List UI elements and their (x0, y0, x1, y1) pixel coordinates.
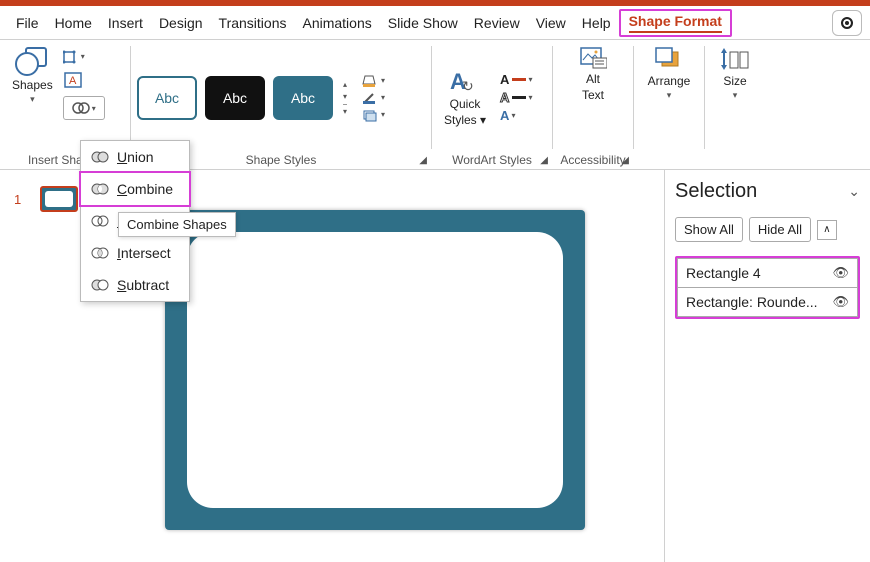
selection-item-label: Rectangle 4 (686, 265, 761, 281)
alt-text-button[interactable]: Alt Text (573, 44, 613, 104)
group-accessibility: Alt Text Accessibility ◢ (553, 40, 633, 169)
hide-all-button[interactable]: Hide All (749, 217, 811, 242)
slide-rounded-rect[interactable] (187, 232, 563, 508)
group-label-accessibility: Accessibility (559, 151, 627, 167)
thumbnail-pane[interactable] (0, 170, 86, 562)
menu-shape-format[interactable]: Shape Format (619, 9, 732, 37)
combine-icon (91, 182, 109, 196)
gallery-more-icon[interactable]: ▾ (343, 104, 347, 116)
selection-item-label: Rectangle: Rounde... (686, 294, 818, 310)
record-button[interactable] (832, 10, 862, 36)
intersect-icon (91, 246, 109, 260)
style-preset-1[interactable]: Abc (137, 76, 197, 120)
size-button[interactable]: Size ▾ (714, 44, 756, 103)
chevron-down-icon: ▾ (667, 90, 672, 101)
menu-bar: File Home Insert Design Transitions Anim… (0, 6, 870, 40)
chevron-down-icon: ▾ (30, 94, 35, 105)
menu-review[interactable]: Review (466, 11, 528, 35)
group-wordart-styles: A↻ Quick Styles ▾ A▾ A▾ A▾ WordArt Style… (432, 40, 552, 169)
merge-icon (72, 100, 90, 116)
menu-label: Combine (117, 181, 173, 197)
scroll-up-button[interactable]: ∧ (817, 220, 837, 240)
quick-styles-label-line2: Styles ▾ (444, 113, 486, 127)
size-icon (720, 46, 750, 72)
menu-label: Intersect (117, 245, 171, 261)
alt-text-line1: Alt (586, 72, 600, 86)
text-fill-button[interactable]: A▾ (500, 72, 532, 87)
visibility-toggle-icon[interactable]: 👁 (832, 294, 849, 310)
menu-item-intersect[interactable]: Intersect (81, 237, 189, 269)
size-label: Size (723, 74, 746, 88)
shapes-label: Shapes (12, 78, 53, 92)
arrange-icon (654, 46, 684, 72)
gallery-up-icon[interactable]: ▴ (343, 80, 347, 89)
selection-item[interactable]: Rectangle: Rounde... 👁 (677, 288, 858, 317)
alt-text-icon (579, 46, 607, 70)
shapes-icon (15, 46, 49, 76)
menu-help[interactable]: Help (574, 11, 619, 35)
menu-transitions[interactable]: Transitions (211, 11, 295, 35)
selection-items-list: Rectangle 4 👁 Rectangle: Rounde... 👁 (675, 256, 860, 319)
group-arrange: Arrange ▾ (634, 40, 704, 169)
group-label-wordart: WordArt Styles (438, 151, 546, 167)
chevron-down-icon: ▾ (733, 90, 738, 101)
menu-label: Subtract (117, 277, 169, 293)
style-preset-3[interactable]: Abc (273, 76, 333, 120)
dialog-launcher-icon[interactable]: ◢ (540, 155, 548, 166)
selection-item[interactable]: Rectangle 4 👁 (677, 258, 858, 288)
record-icon (841, 17, 853, 29)
menu-item-union[interactable]: Union (81, 141, 189, 173)
quick-styles-icon: A↻ (450, 69, 480, 95)
menu-animations[interactable]: Animations (294, 11, 379, 35)
text-effects-button[interactable]: A▾ (500, 108, 532, 123)
shape-fill-button[interactable]: ▾ (361, 74, 385, 88)
collapse-pane-icon[interactable]: ⌄ (848, 183, 860, 200)
show-all-button[interactable]: Show All (675, 217, 743, 242)
arrange-button[interactable]: Arrange ▾ (642, 44, 697, 103)
union-icon (91, 150, 109, 164)
text-outline-button[interactable]: A▾ (500, 90, 532, 105)
menu-slideshow[interactable]: Slide Show (380, 11, 466, 35)
menu-home[interactable]: Home (47, 11, 100, 35)
arrange-label: Arrange (648, 74, 691, 88)
quick-styles-label-line1: Quick (450, 97, 481, 111)
shapes-gallery-button[interactable]: Shapes ▾ (6, 44, 59, 107)
visibility-toggle-icon[interactable]: 👁 (832, 265, 849, 281)
dialog-launcher-icon[interactable]: ◢ (621, 155, 629, 166)
edit-points-button[interactable]: ▾ (63, 46, 85, 66)
svg-text:A: A (69, 75, 77, 87)
group-size: Size ▾ (705, 40, 765, 169)
fragment-icon (91, 214, 109, 228)
menu-item-combine[interactable]: Combine (81, 173, 189, 205)
alt-text-line2: Text (582, 88, 604, 102)
selection-pane-title: Selection (675, 180, 757, 203)
tooltip-combine-shapes: Combine Shapes (118, 212, 236, 237)
menu-design[interactable]: Design (151, 11, 211, 35)
shape-effects-button[interactable]: ▾ (361, 108, 385, 122)
menu-label: Union (117, 149, 154, 165)
gallery-down-icon[interactable]: ▾ (343, 92, 347, 101)
menu-item-subtract[interactable]: Subtract (81, 269, 189, 301)
chevron-down-icon: ▾ (92, 104, 96, 113)
selection-pane: Selection ⌄ Show All Hide All ∧ Rectangl… (664, 170, 870, 562)
menu-file[interactable]: File (8, 11, 47, 35)
text-box-button[interactable]: A (63, 70, 85, 90)
style-preset-2[interactable]: Abc (205, 76, 265, 120)
dialog-launcher-icon[interactable]: ◢ (419, 155, 427, 166)
shape-outline-button[interactable]: ▾ (361, 91, 385, 105)
menu-view[interactable]: View (528, 11, 574, 35)
quick-styles-button[interactable]: A↻ Quick Styles ▾ (438, 67, 492, 129)
svg-text:↻: ↻ (462, 78, 474, 94)
menu-insert[interactable]: Insert (100, 11, 151, 35)
subtract-icon (91, 278, 109, 292)
merge-shapes-button[interactable]: ▾ (63, 96, 105, 120)
slide-shape-frame[interactable] (165, 210, 585, 530)
